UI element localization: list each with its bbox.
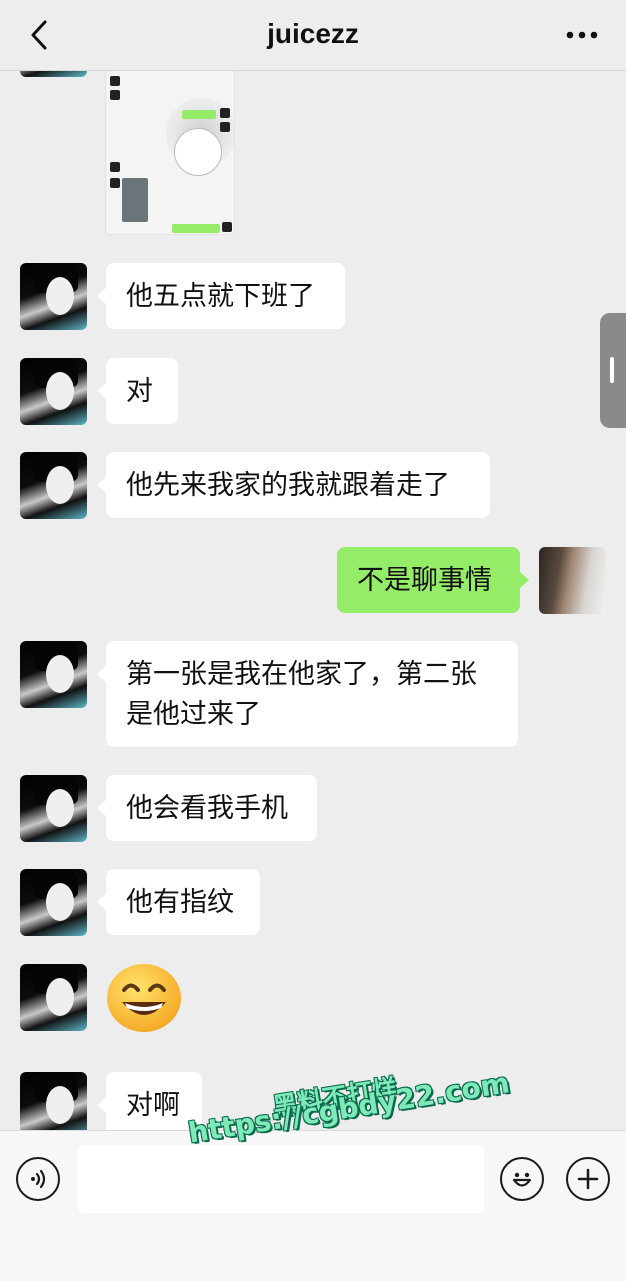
chat-history[interactable]: 他五点就下班了 对 他先来我家的我就跟着走了 不是聊事情 第一张是我在他家了，第… <box>0 0 626 1130</box>
message-bubble[interactable]: 他五点就下班了 <box>97 263 345 329</box>
plus-icon <box>577 1168 599 1190</box>
contact-avatar[interactable] <box>20 641 87 708</box>
message-bubble[interactable]: 第一张是我在他家了，第二张是他过来了 <box>97 641 518 747</box>
input-bar <box>0 1130 626 1281</box>
emoji-button[interactable] <box>500 1157 544 1201</box>
contact-avatar[interactable] <box>20 263 87 330</box>
contact-avatar[interactable] <box>20 358 87 425</box>
contact-avatar[interactable] <box>20 964 87 1031</box>
message-bubble[interactable]: 他先来我家的我就跟着走了 <box>97 452 490 518</box>
message-bubble[interactable]: 对 <box>97 358 178 424</box>
message-bubble[interactable]: 他有指纹 <box>97 869 260 935</box>
chat-header: juicezz <box>0 0 626 71</box>
contact-avatar[interactable] <box>20 869 87 936</box>
message-input[interactable] <box>78 1145 484 1213</box>
chat-title: juicezz <box>267 18 359 49</box>
floating-side-handle[interactable] <box>600 313 626 428</box>
contact-avatar[interactable] <box>20 1072 87 1130</box>
more-options-button[interactable] <box>564 20 600 50</box>
my-message-bubble[interactable]: 不是聊事情 <box>337 547 529 613</box>
contact-avatar[interactable] <box>20 775 87 842</box>
ellipsis-icon <box>566 31 598 39</box>
my-avatar[interactable] <box>539 547 606 614</box>
voice-icon <box>31 1169 46 1189</box>
image-message-thumbnail[interactable] <box>106 70 234 234</box>
smiley-icon <box>512 1172 532 1187</box>
message-bubble[interactable]: 他会看我手机 <box>97 775 317 841</box>
grinning-face-emoji-icon[interactable] <box>104 962 184 1034</box>
contact-avatar[interactable] <box>20 452 87 519</box>
more-functions-button[interactable] <box>566 1157 610 1201</box>
voice-button[interactable] <box>16 1157 60 1201</box>
video-thumb <box>122 178 148 222</box>
